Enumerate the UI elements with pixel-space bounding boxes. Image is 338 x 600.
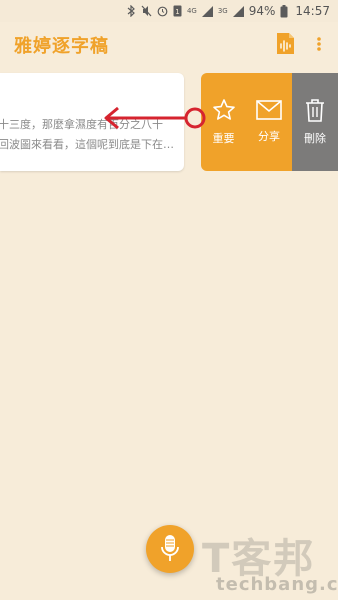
- mark-important-label: 重要: [212, 132, 235, 145]
- battery-percent: 94%: [248, 4, 276, 18]
- bluetooth-icon: [127, 5, 135, 17]
- network-3g-label: 3G: [217, 7, 228, 15]
- network-4g-label: 4G: [186, 7, 197, 15]
- svg-text:1: 1: [175, 8, 179, 16]
- watermark: T客邦 techbang.com: [196, 522, 338, 600]
- share-button[interactable]: 分享: [246, 73, 292, 171]
- share-label: 分享: [258, 130, 280, 143]
- microphone-icon: [161, 535, 179, 561]
- mail-icon: [256, 100, 282, 120]
- status-bar: 1 4G 3G 94% 14:57: [0, 0, 338, 22]
- swipe-left-arrow-annotation: [104, 106, 206, 130]
- app-bar: 雅婷逐字稿: [0, 22, 338, 66]
- alarm-icon: [157, 6, 168, 17]
- signal-icon-1: [201, 5, 213, 17]
- delete-label: 刪除: [304, 132, 326, 145]
- watermark-text: techbang.com: [216, 574, 338, 595]
- trash-icon: [306, 99, 324, 122]
- more-options-button[interactable]: [312, 32, 326, 56]
- more-vert-icon: [317, 37, 321, 51]
- mute-icon: [141, 5, 152, 17]
- battery-icon: [280, 4, 288, 17]
- app-title: 雅婷逐字稿: [14, 36, 109, 57]
- delete-button[interactable]: 刪除: [292, 73, 338, 171]
- record-mic-button[interactable]: [146, 525, 194, 573]
- clock: 14:57: [295, 4, 330, 18]
- star-icon: [212, 99, 235, 120]
- transcript-waveform-button[interactable]: [274, 32, 296, 56]
- sim-icon: 1: [173, 5, 182, 17]
- signal-icon-2: [232, 5, 244, 17]
- status-icons: 1 4G 3G 94% 14:57: [127, 4, 330, 18]
- waveform-document-icon: [277, 33, 294, 54]
